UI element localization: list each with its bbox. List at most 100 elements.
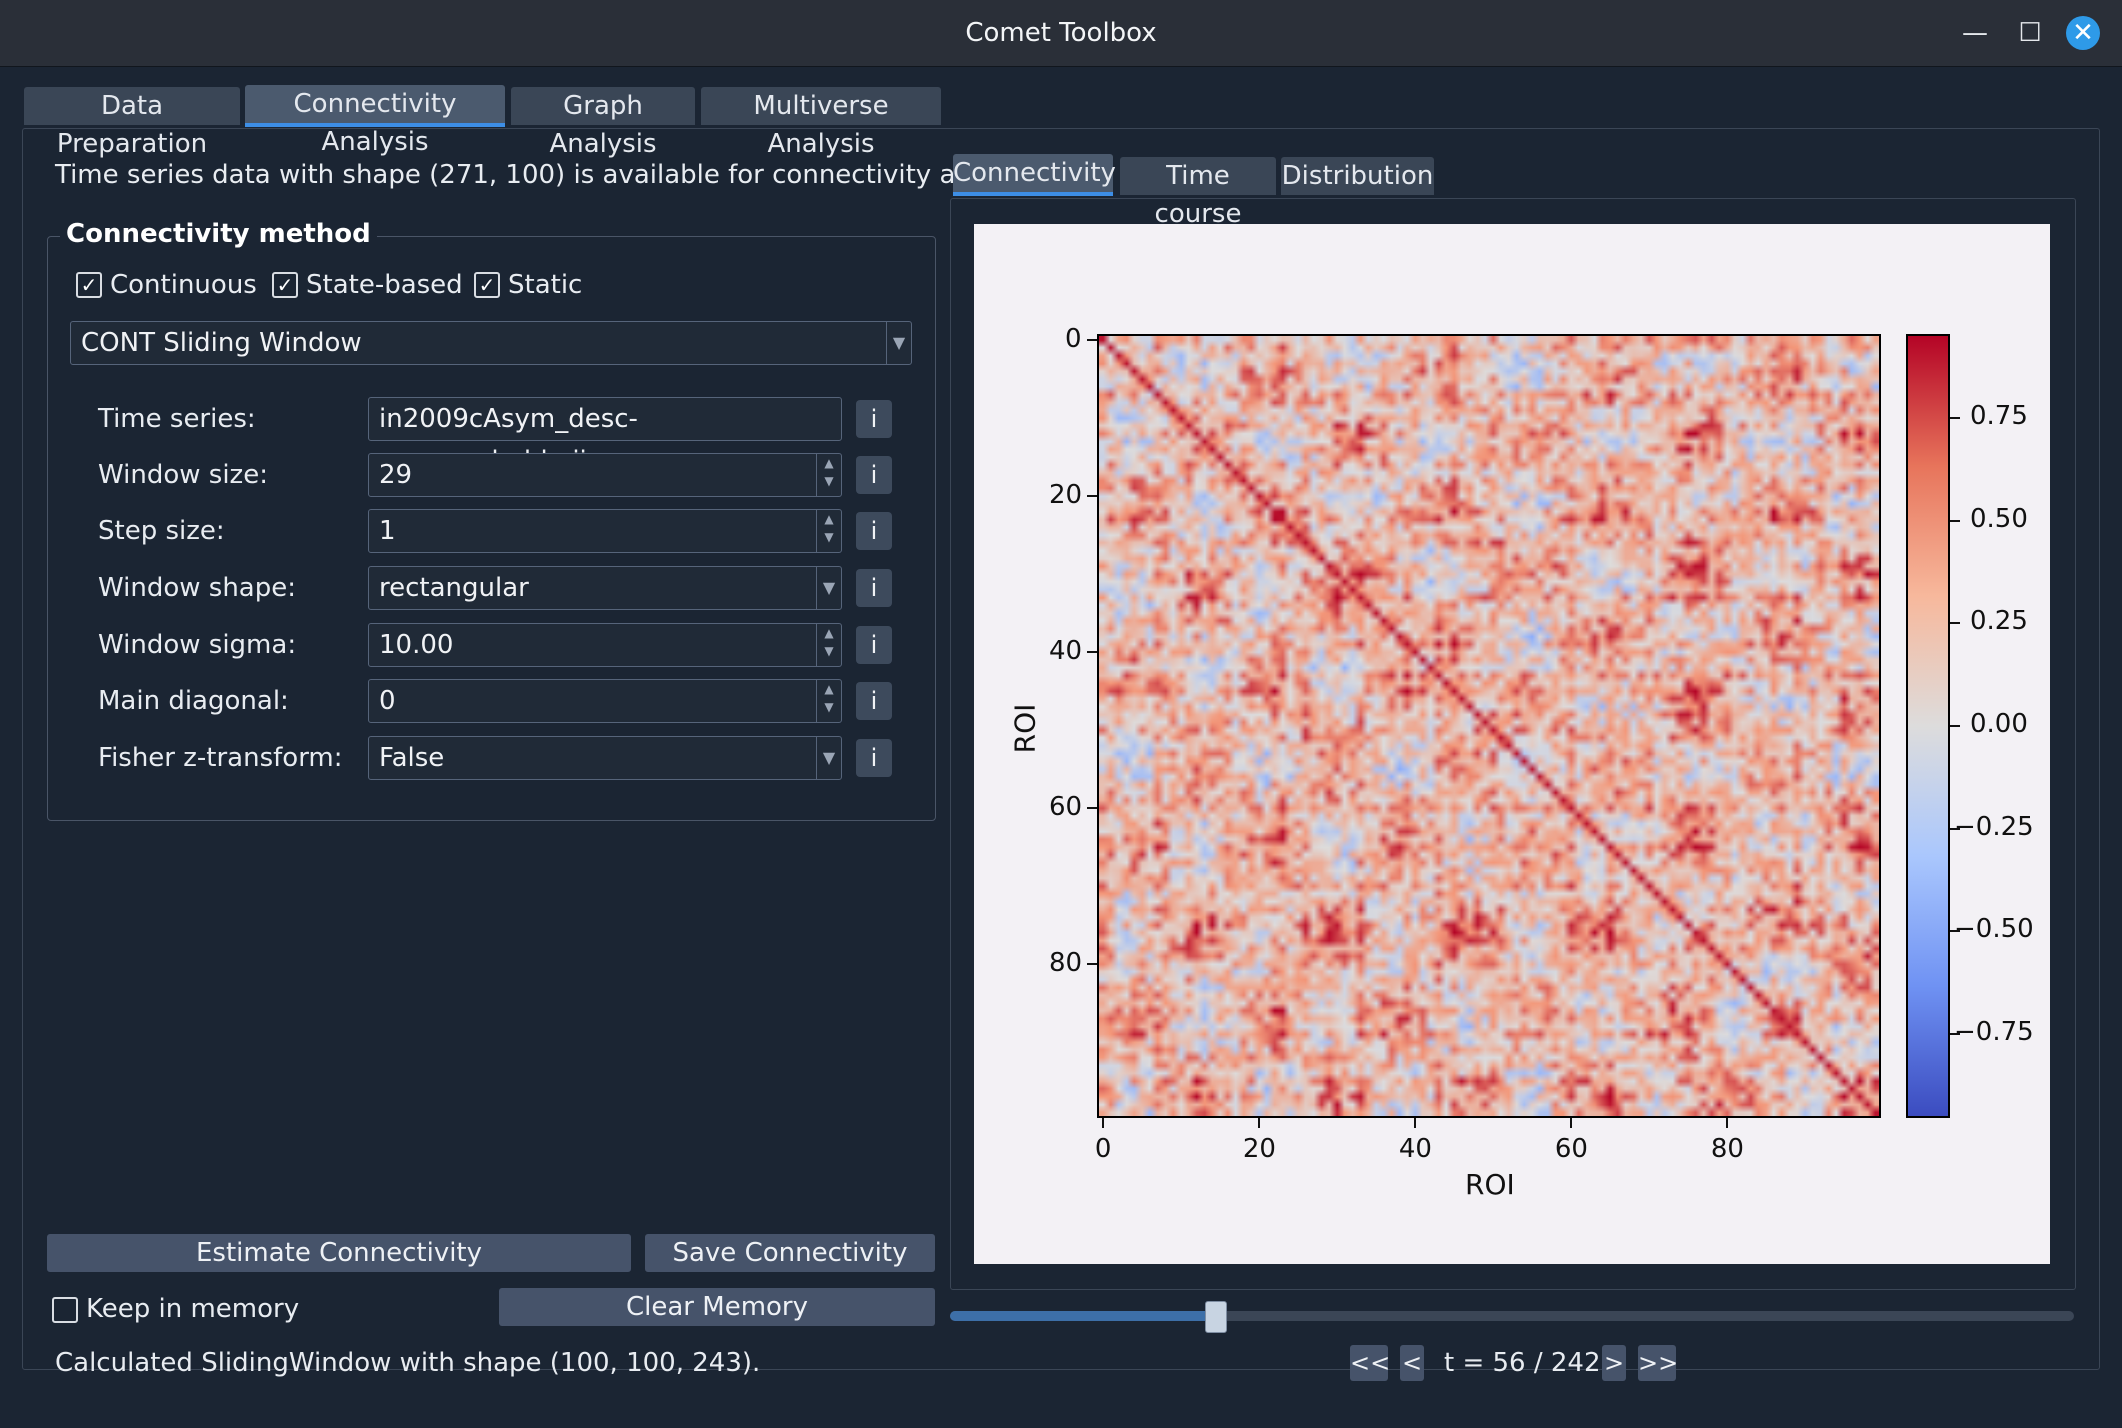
- y-tick-mark: [1087, 962, 1097, 965]
- y-tick-mark: [1087, 338, 1097, 341]
- keep-in-memory-label: Keep in memory: [86, 1294, 300, 1324]
- tab-data-preparation[interactable]: Data Preparation: [24, 87, 240, 159]
- step-size-value: 1: [379, 516, 396, 546]
- chevron-down-icon: ▼: [886, 322, 911, 364]
- window-shape-info-button[interactable]: i: [856, 569, 892, 607]
- continuous-label: Continuous: [110, 270, 257, 300]
- tab-multiverse-analysis[interactable]: Multiverse Analysis: [701, 87, 941, 159]
- window-shape-label: Window shape:: [98, 573, 296, 603]
- tab-connectivity-analysis[interactable]: Connectivity Analysis: [245, 85, 505, 157]
- colorbar-tick-label: −0.50: [1954, 914, 2034, 945]
- previous-frame-button[interactable]: <: [1400, 1345, 1424, 1381]
- fisher-z-select[interactable]: False ▼: [368, 736, 842, 780]
- colorbar-tick-mark: [1950, 725, 1960, 727]
- state-based-checkbox[interactable]: ✓: [272, 272, 298, 298]
- last-frame-button[interactable]: >>: [1638, 1345, 1678, 1381]
- connectivity-method-title: Connectivity method: [60, 219, 377, 249]
- step-size-label: Step size:: [98, 516, 225, 546]
- y-tick-label: 40: [1049, 635, 1083, 666]
- colorbar-tick-label: 0.25: [1970, 606, 2028, 637]
- static-label: Static: [508, 270, 583, 300]
- save-connectivity-button[interactable]: Save Connectivity: [645, 1234, 935, 1272]
- tab-time-course[interactable]: Time course: [1120, 157, 1276, 229]
- y-tick-label: 20: [1049, 479, 1083, 510]
- time-slider-handle[interactable]: [1205, 1301, 1227, 1333]
- main-diagonal-spinbox[interactable]: 0 ▲ ▼: [368, 679, 842, 723]
- window-size-spinbox[interactable]: 29 ▲ ▼: [368, 453, 842, 497]
- window-shape-value: rectangular: [379, 573, 529, 603]
- spin-arrows-icon[interactable]: ▲ ▼: [816, 454, 841, 496]
- x-tick-mark: [1257, 1118, 1260, 1128]
- main-diagonal-value: 0: [379, 686, 396, 716]
- x-tick-mark: [1725, 1118, 1728, 1128]
- keep-in-memory-checkbox[interactable]: [52, 1297, 78, 1323]
- time-slider-fill: [950, 1311, 1215, 1321]
- next-frame-button[interactable]: >: [1602, 1345, 1626, 1381]
- chevron-down-icon: ▼: [816, 567, 841, 609]
- connectivity-heatmap: [1097, 334, 1881, 1118]
- estimate-connectivity-button[interactable]: Estimate Connectivity: [47, 1234, 631, 1272]
- method-select[interactable]: CONT Sliding Window ▼: [70, 321, 912, 365]
- step-size-info-button[interactable]: i: [856, 512, 892, 550]
- time-series-input[interactable]: in2009cAsym_desc-preproc_bold.nii.gz: [368, 397, 842, 476]
- maximize-icon[interactable]: ☐: [2013, 16, 2047, 50]
- window-sigma-info-button[interactable]: i: [856, 626, 892, 664]
- static-checkbox[interactable]: ✓: [474, 272, 500, 298]
- main-diagonal-info-button[interactable]: i: [856, 682, 892, 720]
- y-tick-label: 80: [1049, 947, 1083, 978]
- tab-connectivity[interactable]: Connectivity: [953, 154, 1116, 196]
- data-availability-text: Time series data with shape (271, 100) i…: [55, 160, 1053, 190]
- tab-distribution[interactable]: Distribution: [1281, 157, 1434, 195]
- x-tick-mark: [1101, 1118, 1104, 1128]
- x-tick-label: 60: [1554, 1134, 1588, 1164]
- x-tick-label: 80: [1710, 1134, 1744, 1164]
- window-sigma-label: Window sigma:: [98, 630, 297, 660]
- minimize-icon[interactable]: —: [1958, 16, 1992, 50]
- fisher-z-info-button[interactable]: i: [856, 739, 892, 777]
- window-size-value: 29: [379, 460, 413, 490]
- step-size-spinbox[interactable]: 1 ▲ ▼: [368, 509, 842, 553]
- colorbar-tick-label: 0.75: [1970, 401, 2028, 432]
- colorbar-tick-label: −0.25: [1954, 811, 2034, 842]
- state-based-label: State-based: [306, 270, 463, 300]
- close-icon[interactable]: ✕: [2066, 16, 2100, 50]
- colorbar-tick-label: 0.00: [1970, 709, 2028, 739]
- x-tick-label: 0: [1094, 1134, 1112, 1164]
- continuous-checkbox[interactable]: ✓: [76, 272, 102, 298]
- y-tick-mark: [1087, 806, 1097, 809]
- colorbar-tick-label: 0.50: [1970, 503, 2028, 534]
- fisher-z-label: Fisher z-transform:: [98, 743, 343, 773]
- spin-arrows-icon[interactable]: ▲ ▼: [816, 510, 841, 552]
- window-sigma-spinbox[interactable]: 10.00 ▲ ▼: [368, 623, 842, 667]
- title-bar: Comet Toolbox — ☐ ✕: [0, 0, 2122, 67]
- chevron-down-icon: ▼: [816, 737, 841, 779]
- status-text: Calculated SlidingWindow with shape (100…: [55, 1348, 761, 1378]
- heatmap-cells: [1099, 336, 1879, 1116]
- fisher-z-value: False: [379, 743, 445, 773]
- colorbar-tick-mark: [1950, 417, 1960, 420]
- window-title: Comet Toolbox: [965, 18, 1157, 48]
- window-size-label: Window size:: [98, 460, 268, 490]
- colorbar: [1906, 334, 1950, 1118]
- time-series-info-button[interactable]: i: [856, 400, 892, 438]
- y-tick-label: 0: [1065, 323, 1082, 354]
- spin-arrows-icon[interactable]: ▲ ▼: [816, 680, 841, 722]
- window-size-info-button[interactable]: i: [856, 456, 892, 494]
- clear-memory-button[interactable]: Clear Memory: [499, 1288, 935, 1326]
- colorbar-tick-mark: [1950, 519, 1960, 522]
- x-tick-label: 20: [1242, 1134, 1276, 1164]
- time-indicator: t = 56 / 242: [1444, 1348, 1601, 1378]
- window-shape-select[interactable]: rectangular ▼: [368, 566, 842, 610]
- x-tick-label: 40: [1398, 1134, 1432, 1164]
- y-tick-mark: [1087, 494, 1097, 497]
- tab-graph-analysis[interactable]: Graph Analysis: [511, 87, 695, 159]
- x-tick-mark: [1413, 1118, 1416, 1128]
- colorbar-tick-label: −0.75: [1954, 1016, 2034, 1047]
- time-series-label: Time series:: [98, 404, 256, 434]
- spin-arrows-icon[interactable]: ▲ ▼: [816, 624, 841, 666]
- main-diagonal-label: Main diagonal:: [98, 686, 289, 716]
- window-sigma-value: 10.00: [379, 630, 454, 660]
- y-tick-mark: [1087, 650, 1097, 653]
- colorbar-tick-mark: [1950, 622, 1960, 625]
- first-frame-button[interactable]: <<: [1350, 1345, 1390, 1381]
